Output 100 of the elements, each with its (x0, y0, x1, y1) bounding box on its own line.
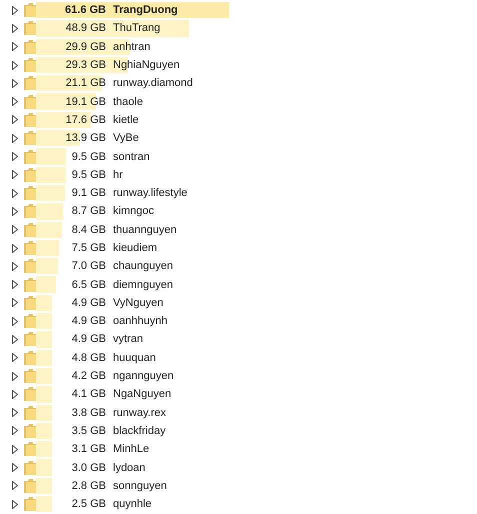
folder-size: 3.0 GB (72, 462, 106, 474)
folder-size: 29.3 GB (66, 59, 106, 72)
expand-arrow-icon[interactable] (12, 97, 18, 106)
folder-icon (24, 369, 36, 384)
folder-size: 9.1 GB (72, 187, 106, 200)
folder-name[interactable]: sonnguyen (113, 480, 167, 492)
folder-icon (24, 296, 36, 310)
expand-arrow-icon[interactable] (12, 334, 18, 344)
expand-arrow-icon[interactable] (12, 115, 18, 124)
folder-name[interactable]: sontran (113, 150, 150, 163)
folder-icon (24, 204, 36, 218)
folder-size: 21.1 GB (66, 77, 106, 90)
folder-size: 3.5 GB (72, 424, 106, 437)
expand-arrow-icon[interactable] (12, 24, 18, 33)
expand-arrow-icon[interactable] (12, 6, 18, 15)
folder-name[interactable]: NgaNguyen (113, 388, 172, 400)
folder-name[interactable]: ThuTrang (113, 22, 160, 34)
folder-icon (24, 332, 36, 346)
folder-icon (24, 222, 36, 237)
size-bar (36, 222, 62, 238)
expand-arrow-icon[interactable] (12, 170, 18, 180)
folder-name[interactable]: oanhhuynh (113, 315, 168, 328)
folder-name[interactable]: kieudiem (113, 242, 158, 254)
size-bar (36, 441, 52, 458)
expand-arrow-icon[interactable] (12, 188, 18, 198)
folder-name[interactable]: runway.diamond (113, 77, 193, 90)
size-bar (36, 166, 66, 183)
folder-icon (24, 94, 36, 109)
folder-icon (24, 76, 36, 90)
size-bar (36, 148, 66, 165)
folder-size: 13.9 GB (66, 132, 106, 144)
folder-icon (24, 387, 36, 402)
folder-name[interactable]: VyNguyen (113, 296, 164, 309)
folder-name[interactable]: TrangDuong (113, 4, 178, 16)
folder-name[interactable]: blackfriday (113, 424, 166, 437)
size-bar (36, 496, 52, 512)
expand-arrow-icon[interactable] (12, 134, 18, 143)
expand-arrow-icon[interactable] (12, 298, 18, 308)
folder-name[interactable]: NghiaNguyen (113, 59, 180, 72)
folder-name[interactable]: VyBe (113, 132, 139, 144)
expand-arrow-icon[interactable] (12, 353, 18, 362)
expand-arrow-icon[interactable] (12, 280, 18, 290)
folder-name[interactable]: lydoan (113, 462, 146, 474)
expand-arrow-icon[interactable] (12, 426, 18, 436)
expand-arrow-icon[interactable] (12, 500, 18, 509)
size-bar (36, 313, 52, 330)
expand-arrow-icon[interactable] (12, 206, 18, 216)
size-bar (36, 331, 52, 348)
folder-name[interactable]: ngannguyen (113, 370, 174, 382)
folder-name[interactable]: diemnguyen (113, 278, 173, 291)
expand-arrow-icon[interactable] (12, 481, 18, 490)
folder-name[interactable]: vytran (113, 333, 143, 346)
expand-arrow-icon[interactable] (12, 316, 18, 326)
folder-icon (24, 442, 36, 456)
folder-name[interactable]: kimngoc (113, 205, 154, 218)
folder-icon (24, 406, 36, 420)
folder-size: 17.6 GB (66, 114, 106, 126)
expand-arrow-icon[interactable] (12, 262, 18, 271)
expand-arrow-icon[interactable] (12, 78, 18, 88)
folder-size: 19.1 GB (66, 96, 106, 108)
folder-icon (24, 58, 36, 72)
folder-icon (24, 424, 36, 438)
expand-arrow-icon[interactable] (12, 390, 18, 399)
size-bar (36, 294, 52, 312)
expand-arrow-icon[interactable] (12, 225, 18, 234)
expand-arrow-icon[interactable] (12, 42, 18, 52)
folder-name[interactable]: huuquan (113, 352, 156, 364)
folder-size: 4.8 GB (72, 352, 106, 364)
folder-name[interactable]: quynhle (113, 498, 152, 510)
folder-size: 8.4 GB (72, 224, 106, 236)
expand-arrow-icon[interactable] (12, 244, 18, 252)
size-bar (36, 422, 52, 440)
folder-icon (24, 186, 36, 200)
expand-arrow-icon[interactable] (12, 372, 18, 381)
folder-name[interactable]: chaunguyen (113, 260, 173, 272)
folder-name[interactable]: MinhLe (113, 443, 150, 456)
folder-name[interactable]: hr (113, 168, 123, 181)
folder-name[interactable]: anhtran (113, 40, 150, 53)
folder-size: 7.0 GB (72, 260, 106, 272)
expand-arrow-icon[interactable] (12, 152, 18, 162)
size-bar (36, 184, 64, 202)
size-bar (36, 240, 60, 256)
folder-icon (24, 350, 36, 365)
folder-size: 3.1 GB (72, 443, 106, 456)
folder-name[interactable]: runway.rex (113, 406, 166, 419)
folder-size: 4.2 GB (72, 370, 106, 382)
folder-name[interactable]: thuannguyen (113, 224, 177, 236)
folder-size: 4.9 GB (72, 315, 106, 328)
folder-size: 4.1 GB (72, 388, 106, 400)
folder-name[interactable]: kietle (113, 114, 139, 126)
folder-name[interactable]: runway.lifestyle (113, 187, 188, 200)
folder-name[interactable]: thaole (113, 96, 143, 108)
expand-arrow-icon[interactable] (12, 444, 18, 454)
expand-arrow-icon[interactable] (12, 60, 18, 70)
expand-arrow-icon[interactable] (12, 408, 18, 418)
folder-icon (24, 3, 36, 18)
size-bar (36, 386, 52, 403)
size-bar (36, 404, 52, 421)
expand-arrow-icon[interactable] (12, 463, 18, 472)
folder-icon (24, 259, 36, 274)
